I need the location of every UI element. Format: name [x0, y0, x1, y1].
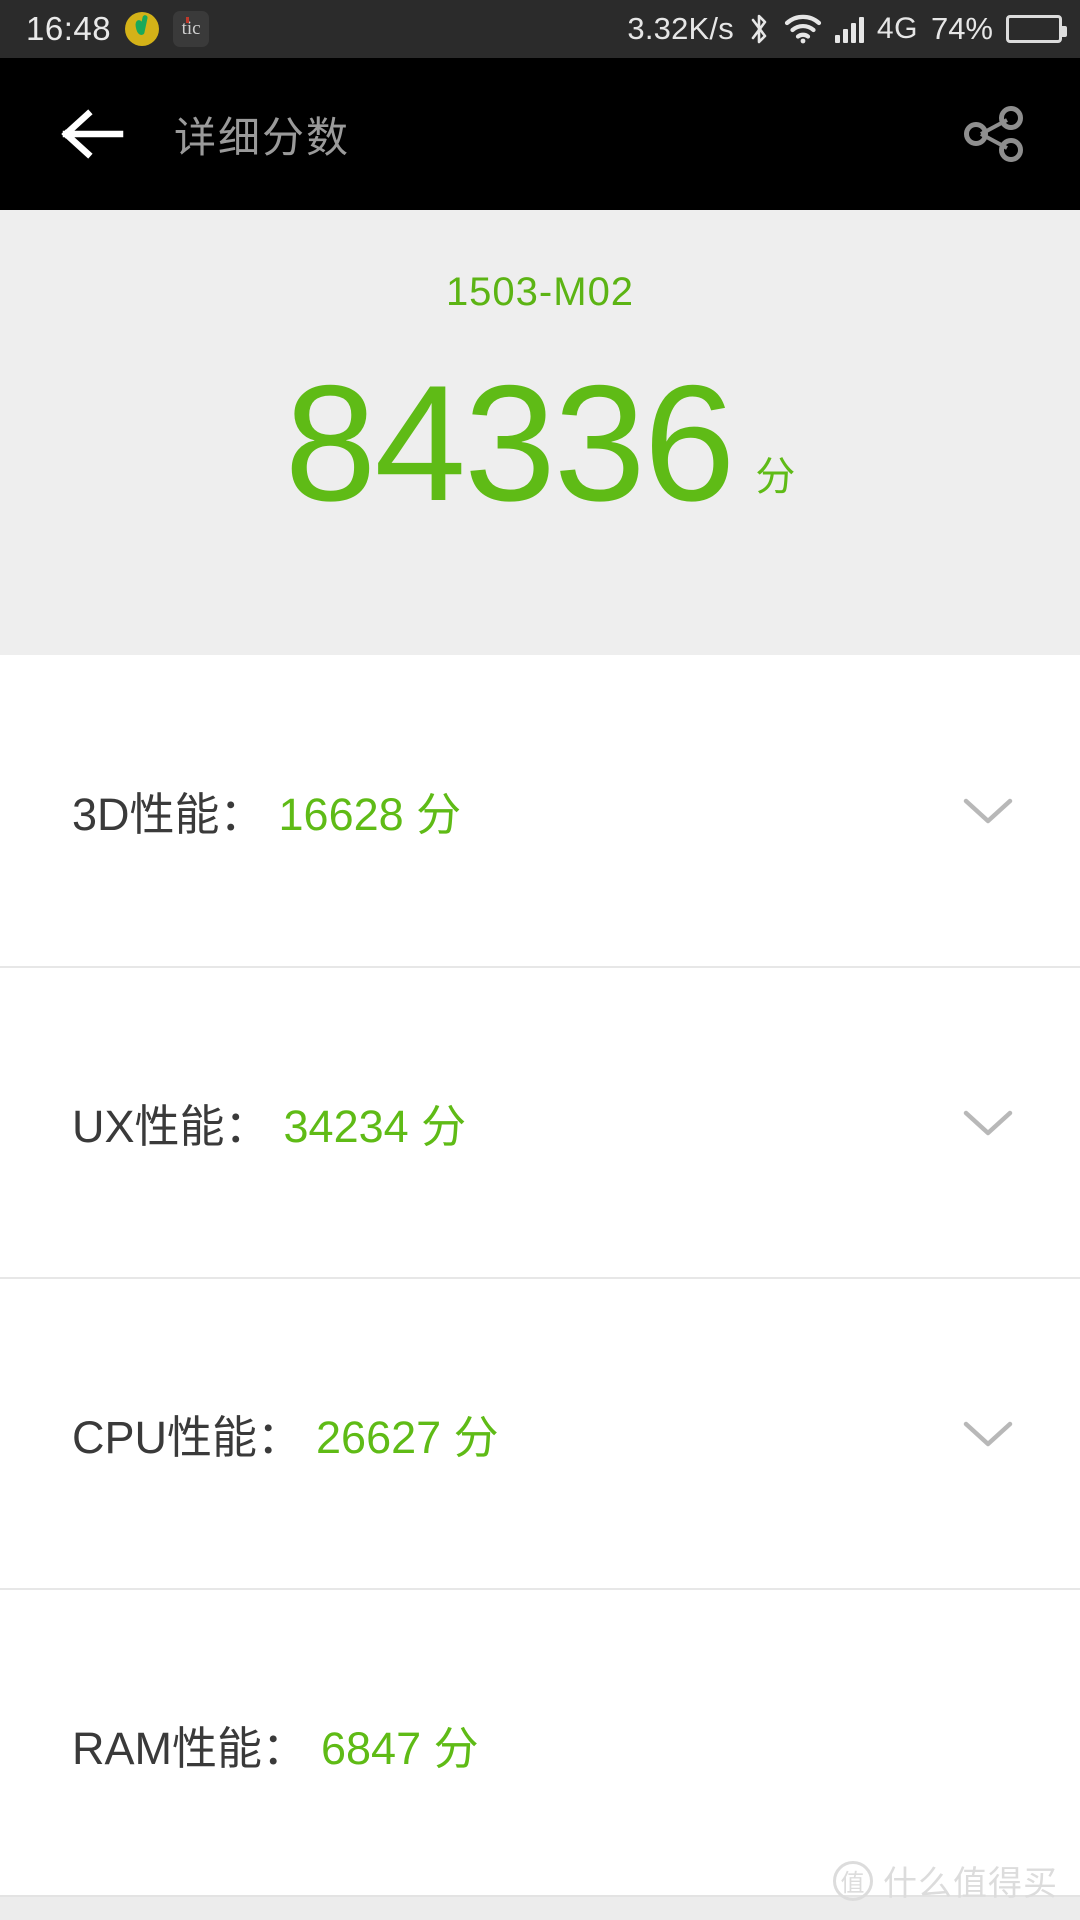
back-button[interactable]	[52, 95, 130, 173]
chevron-down-icon[interactable]	[958, 1404, 1018, 1464]
row-value: 26627 分	[316, 1412, 499, 1463]
status-bar-left: 16:48 tic	[26, 10, 210, 48]
chevron-down-icon[interactable]	[958, 1093, 1018, 1153]
bluetooth-icon	[747, 12, 771, 46]
row-value: 16628 分	[278, 789, 462, 840]
wifi-icon	[784, 14, 822, 44]
chevron-down-icon[interactable]	[958, 781, 1018, 841]
status-bar: 16:48 tic 3.32K/s 4G 74%	[0, 0, 1080, 58]
row-label: UX性能：	[72, 1101, 270, 1152]
battery-icon	[1006, 15, 1067, 43]
total-score-unit: 分	[755, 454, 796, 499]
score-summary-panel: 1503-M02 84336 分	[0, 210, 1080, 655]
tic-icon: tic	[173, 11, 210, 47]
score-row-3d[interactable]: 3D性能： 16628 分	[0, 655, 1080, 966]
share-button[interactable]	[948, 88, 1040, 180]
total-score-value: 84336	[284, 351, 736, 535]
row-label: RAM性能：	[72, 1723, 307, 1774]
qq-music-icon	[125, 12, 160, 46]
score-rows-list: 3D性能： 16628 分 UX性能： 34234 分 CPU性能： 26627…	[0, 655, 1080, 1899]
row-value: 34234 分	[283, 1101, 467, 1152]
watermark-badge: 值	[833, 1860, 873, 1901]
row-value: 6847 分	[321, 1723, 479, 1774]
score-row-ram[interactable]: RAM性能： 6847 分	[0, 1588, 1080, 1899]
battery-percent-label: 74%	[930, 11, 993, 46]
status-clock: 16:48	[26, 10, 112, 47]
device-model-label: 1503-M02	[445, 270, 635, 314]
cellular-signal-icon	[834, 15, 864, 43]
score-row-ux[interactable]: UX性能： 34234 分	[0, 966, 1080, 1277]
total-score-group: 84336 分	[284, 351, 796, 535]
score-row-cpu[interactable]: CPU性能： 26627 分	[0, 1277, 1080, 1588]
row-label: 3D性能：	[72, 789, 265, 840]
network-type-label: 4G	[876, 12, 918, 45]
share-icon	[964, 106, 1023, 162]
network-speed-label: 3.32K/s	[627, 11, 734, 46]
app-bar: 详细分数	[0, 58, 1080, 210]
page-title: 详细分数	[174, 113, 351, 161]
phone-screen: 16:48 tic 3.32K/s 4G 74% 详细分数 1503-M02 8…	[0, 0, 1080, 1920]
status-bar-right: 3.32K/s 4G 74%	[627, 11, 1067, 47]
watermark-text: 什么值得买	[883, 1865, 1058, 1903]
arrow-left-icon	[61, 109, 124, 159]
watermark: 值 什么值得买	[833, 1856, 1058, 1905]
row-label: CPU性能：	[72, 1412, 303, 1463]
